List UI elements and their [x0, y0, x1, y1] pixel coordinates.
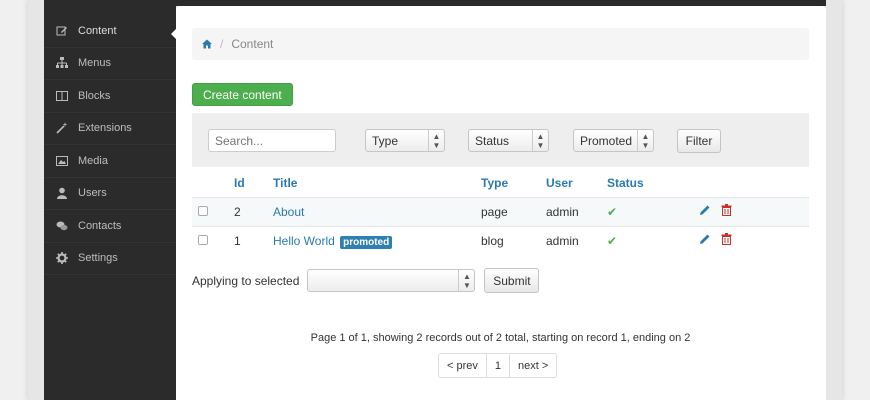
breadcrumb-separator: /: [220, 37, 224, 51]
column-header-title[interactable]: Title: [273, 170, 481, 197]
promoted-badge: promoted: [340, 235, 393, 249]
delete-trash-icon[interactable]: [721, 233, 732, 248]
row-title-link[interactable]: About: [273, 205, 304, 219]
filter-bar: Type ▲▼ Status ▲▼ Promoted ▲▼ Filter: [192, 113, 809, 167]
breadcrumb-current: Content: [231, 37, 274, 51]
row-checkbox[interactable]: [198, 234, 208, 245]
picture-icon: [56, 155, 68, 167]
sidebar-item-blocks[interactable]: Blocks: [44, 80, 176, 113]
sidebar-item-users[interactable]: Users: [44, 178, 176, 210]
edit-pencil-icon[interactable]: [699, 204, 711, 219]
sidebar: Content Menus Blocks Extensions Media Us…: [44, 0, 176, 400]
table-header-row: Id Title Type User Status: [192, 170, 809, 197]
content-table: Id Title Type User Status 2 About page a…: [192, 170, 809, 255]
row-type: page: [481, 196, 546, 226]
sidebar-item-contacts[interactable]: Contacts: [44, 210, 176, 243]
page-number-link[interactable]: 1: [486, 354, 511, 377]
column-header-status[interactable]: Status: [607, 170, 699, 197]
edit-pencil-icon[interactable]: [699, 233, 711, 248]
delete-trash-icon[interactable]: [721, 204, 732, 219]
sidebar-item-label: Settings: [78, 252, 118, 265]
sidebar-item-menus[interactable]: Menus: [44, 48, 176, 80]
sidebar-item-label: Contacts: [78, 219, 122, 232]
create-content-button[interactable]: Create content: [192, 83, 293, 106]
sidebar-item-label: Media: [78, 154, 108, 167]
column-header-type[interactable]: Type: [481, 170, 546, 197]
updown-arrow-icon: ▲ ▼: [532, 130, 548, 151]
promoted-select[interactable]: Promoted ▲ ▼: [573, 129, 654, 152]
sidebar-item-content[interactable]: Content: [44, 15, 176, 48]
sidebar-item-label: Blocks: [78, 89, 111, 102]
type-select-value: Type: [372, 133, 399, 148]
table-row: 2 About page admin ✔: [192, 196, 809, 226]
type-select[interactable]: Type ▲ ▼: [365, 129, 445, 152]
main-panel: / Content Create content Type ▲▼ Status …: [176, 6, 826, 400]
bulk-action-label: Applying to selected: [192, 273, 300, 288]
sidebar-item-label: Menus: [78, 57, 112, 70]
filter-button[interactable]: Filter: [677, 129, 721, 153]
columns-icon: [56, 90, 68, 102]
sidebar-item-label: Users: [78, 187, 107, 200]
updown-arrow-icon: ▲ ▼: [637, 130, 653, 151]
updown-arrow-icon: ▲ ▼: [458, 270, 474, 291]
row-type: blog: [481, 225, 546, 255]
search-input[interactable]: [208, 129, 336, 152]
column-header-id[interactable]: Id: [234, 170, 273, 197]
status-check-icon[interactable]: ✔: [607, 234, 617, 248]
sidebar-item-media[interactable]: Media: [44, 145, 176, 178]
sidebar-item-extensions[interactable]: Extensions: [44, 113, 176, 145]
user-icon: [56, 187, 68, 200]
sidebar-item-label: Extensions: [78, 122, 132, 135]
pagination: < prev 1 next >: [438, 353, 558, 378]
row-checkbox[interactable]: [198, 205, 208, 216]
row-title-link[interactable]: Hello World: [273, 234, 335, 248]
breadcrumb: / Content: [192, 28, 809, 60]
magic-icon: [56, 122, 68, 134]
pagination-info: Page 1 of 1, showing 2 records out of 2 …: [310, 332, 691, 344]
comments-icon: [56, 220, 68, 232]
status-check-icon[interactable]: ✔: [607, 205, 617, 219]
home-icon[interactable]: [202, 39, 212, 49]
gear-icon: [56, 252, 68, 265]
bulk-action-row: Applying to selected ▲ ▼ Submit: [192, 268, 540, 293]
status-select[interactable]: Status ▲ ▼: [468, 129, 549, 152]
submit-button[interactable]: Submit: [484, 268, 540, 293]
row-user: admin: [546, 225, 607, 255]
status-select-value: Status: [475, 133, 510, 148]
row-id: 1: [234, 225, 273, 255]
sidebar-item-label: Content: [78, 24, 117, 37]
prev-page-link[interactable]: < prev: [439, 354, 487, 377]
bulk-action-select[interactable]: ▲ ▼: [307, 269, 476, 292]
updown-arrow-icon: ▲ ▼: [428, 130, 444, 151]
column-header-user[interactable]: User: [546, 170, 607, 197]
promoted-select-value: Promoted: [580, 133, 633, 148]
row-user: admin: [546, 196, 607, 226]
sitemap-icon: [56, 57, 68, 69]
next-page-link[interactable]: next >: [510, 354, 557, 377]
edit-icon: [56, 25, 68, 37]
row-id: 2: [234, 196, 273, 226]
sidebar-item-settings[interactable]: Settings: [44, 243, 176, 275]
table-row: 1 Hello World promoted blog admin ✔: [192, 225, 809, 255]
